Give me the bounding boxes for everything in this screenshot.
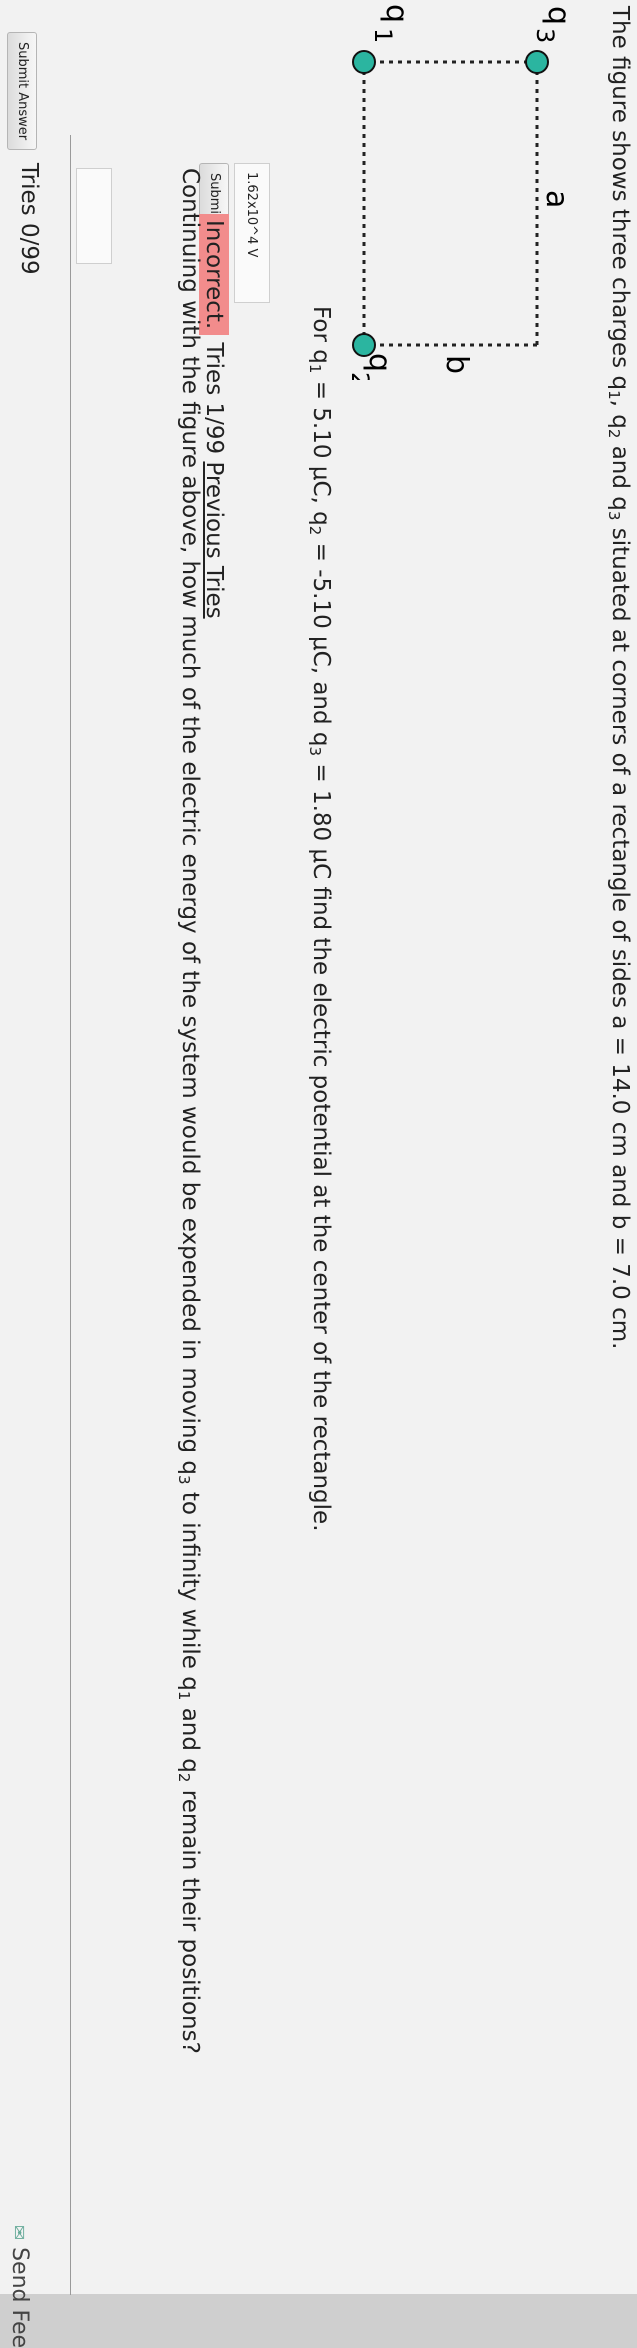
prompt-text: For q [308, 306, 334, 364]
send-feedback-label: Send Fee [7, 2247, 32, 2348]
label-b: b [439, 355, 474, 374]
prompt-text: = -5.10 μC, and q [308, 535, 334, 747]
subscript: 1 [605, 390, 623, 400]
prompt-text: Continuing with the figure above, how mu… [177, 168, 203, 1475]
label-a: a [539, 190, 574, 208]
prompt-text: = 5.10 μC, q [308, 373, 334, 526]
label-q3: q [541, 6, 576, 25]
subscript: 2 [605, 428, 623, 439]
send-feedback-link[interactable]: ✉ Send Fee [7, 2225, 32, 2348]
answer-input-2[interactable] [76, 168, 112, 264]
subscript: 1 [306, 363, 324, 374]
label-q3-num: 3 [531, 28, 559, 43]
charge-q3 [525, 50, 549, 74]
subscript: 3 [306, 746, 324, 757]
intro-text: and q [607, 438, 633, 511]
label-q1-num: 1 [369, 28, 397, 43]
prompt-text: = 1.80 μC find the electric potential at… [308, 756, 334, 1532]
divider [70, 135, 71, 2295]
subscript: 3 [175, 1474, 193, 1485]
prompt-text: to infinity while q [177, 1484, 203, 1691]
subscript: 1 [175, 1690, 193, 1701]
intro-text: , q [607, 399, 633, 429]
charge-rectangle-figure: q 3 q 1 q 2 a b [346, 4, 576, 380]
feedback-icon: ✉ [8, 2225, 29, 2241]
subscript: 2 [175, 1772, 193, 1783]
prompt-text: remain their positions? [177, 1782, 203, 2054]
question-2-prompt: Continuing with the figure above, how mu… [167, 168, 207, 2278]
question-1-prompt: For q1 = 5.10 μC, q2 = -5.10 μC, and q3 … [306, 306, 334, 1532]
label-q2: q [362, 353, 397, 372]
subscript: 2 [306, 525, 324, 536]
label-q2-num: 2 [346, 372, 374, 380]
answer-input-1[interactable]: 1.62x10^4 V [234, 163, 270, 303]
intro-text: The figure shows three charges q [607, 6, 633, 391]
submit-answer-button-2[interactable]: Submit Answer [7, 32, 37, 151]
tries-count-2: Tries 0/99 [16, 163, 42, 275]
page: The figure shows three charges q1, q2 an… [0, 0, 637, 2348]
label-q1: q [379, 4, 414, 23]
question-1-intro: The figure shows three charges q1, q2 an… [605, 6, 633, 1349]
prompt-text: and q [177, 1700, 203, 1773]
intro-text: situated at corners of a rectangle of si… [607, 520, 633, 1350]
charge-q1 [352, 50, 376, 74]
